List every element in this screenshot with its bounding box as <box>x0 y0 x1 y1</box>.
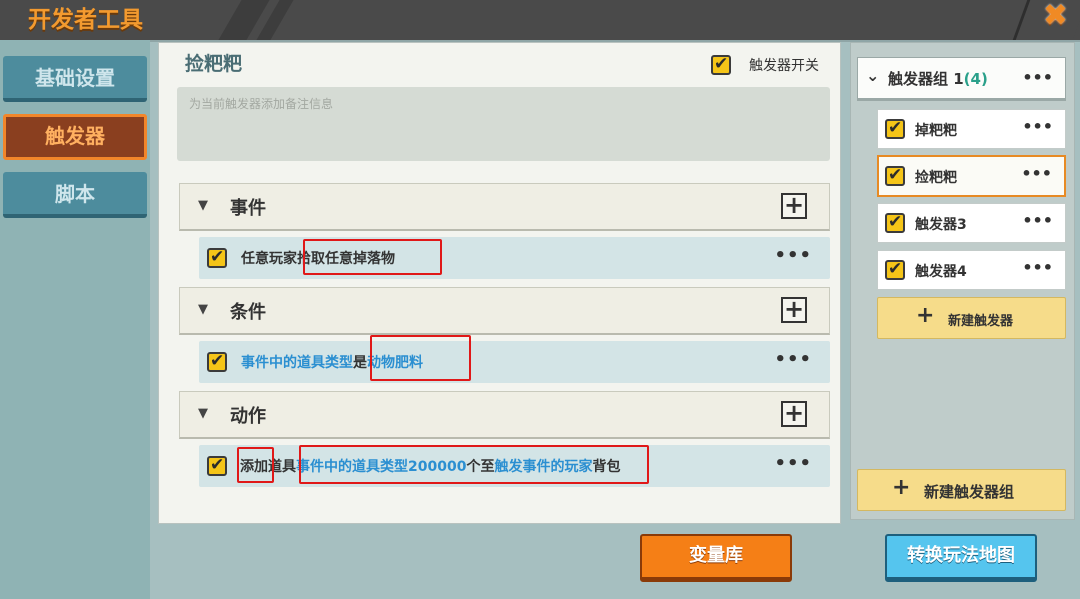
trigger-checkbox[interactable] <box>885 212 905 233</box>
triangle-down-icon[interactable]: ▼ <box>198 198 208 213</box>
new-trigger-label: 新建触发器 <box>948 314 1014 329</box>
triangle-down-icon[interactable]: ▼ <box>198 406 208 421</box>
trigger-list-panel: ⌄ 触发器组 1(4) ••• 掉粑粑 ••• 捡粑粑 ••• 触发器3 •••… <box>850 42 1075 520</box>
note-placeholder: 为当前触发器添加备注信息 <box>189 97 334 111</box>
trigger-list-item-label: 捡粑粑 <box>915 170 957 186</box>
add-condition-button[interactable]: + <box>781 297 807 323</box>
close-icon[interactable]: ✖ <box>1043 0 1068 32</box>
more-dots-icon[interactable]: ••• <box>1021 164 1052 183</box>
trigger-list-item-selected[interactable]: 捡粑粑 ••• <box>877 155 1066 197</box>
condition-subject[interactable]: 事件中的道具类型 <box>241 355 353 371</box>
title-bar: 开发者工具 ✖ <box>0 0 1080 40</box>
nav-item-triggers[interactable]: 触发器 <box>3 114 147 160</box>
annotation-box <box>237 447 274 483</box>
left-nav: 基础设置 触发器 脚本 <box>0 40 150 599</box>
condition-operator[interactable]: 是 <box>353 355 367 371</box>
more-dots-icon[interactable]: ••• <box>1022 211 1053 230</box>
annotation-box <box>299 445 649 484</box>
add-action-button[interactable]: + <box>781 401 807 427</box>
trigger-list-item-label: 触发器4 <box>915 264 967 280</box>
window-title: 开发者工具 <box>28 7 143 33</box>
trigger-list-item[interactable]: 触发器3 ••• <box>877 203 1066 243</box>
trigger-group-name: 触发器组 1 <box>888 70 964 88</box>
convert-map-button[interactable]: 转换玩法地图 <box>885 534 1037 582</box>
annotation-box <box>303 239 442 275</box>
trigger-list-item[interactable]: 触发器4 ••• <box>877 250 1066 290</box>
more-dots-icon[interactable]: ••• <box>774 453 812 474</box>
annotation-box <box>370 335 471 381</box>
event-section-header[interactable]: ▼ 事件 + <box>179 183 830 231</box>
condition-row[interactable]: 事件中的道具类型是动物肥料 ••• <box>199 341 830 383</box>
more-dots-icon[interactable]: ••• <box>1022 117 1053 136</box>
trigger-group-count: (4) <box>963 70 988 88</box>
nav-item-scripts[interactable]: 脚本 <box>3 172 147 218</box>
action-section-label: 动作 <box>230 406 266 427</box>
trigger-list-item-label: 掉粑粑 <box>915 123 957 139</box>
nav-item-basic-settings[interactable]: 基础设置 <box>3 56 147 102</box>
chevron-down-icon[interactable]: ⌄ <box>866 66 879 85</box>
condition-section-header[interactable]: ▼ 条件 + <box>179 287 830 335</box>
trigger-editor-panel: 捡粑粑 触发器开关 为当前触发器添加备注信息 ▼ 事件 + 任意玩家拾取任意掉落… <box>158 42 841 524</box>
event-subject[interactable]: 任意玩家 <box>241 251 297 267</box>
trigger-switch-checkbox[interactable] <box>711 54 731 75</box>
trigger-checkbox[interactable] <box>885 118 905 139</box>
action-row-checkbox[interactable] <box>207 455 227 476</box>
trigger-checkbox[interactable] <box>885 259 905 280</box>
event-row-checkbox[interactable] <box>207 247 227 268</box>
trigger-checkbox[interactable] <box>885 165 905 186</box>
plus-icon: + <box>892 475 911 500</box>
note-input[interactable]: 为当前触发器添加备注信息 <box>177 87 830 161</box>
trigger-group-header[interactable]: ⌄ 触发器组 1(4) ••• <box>857 57 1066 101</box>
event-section-label: 事件 <box>230 198 266 219</box>
trigger-name[interactable]: 捡粑粑 <box>185 49 242 76</box>
new-trigger-group-button[interactable]: + 新建触发器组 <box>857 469 1066 511</box>
new-trigger-group-label: 新建触发器组 <box>924 483 1015 501</box>
more-dots-icon[interactable]: ••• <box>1022 258 1053 277</box>
triangle-down-icon[interactable]: ▼ <box>198 302 208 317</box>
trigger-group-label: 触发器组 1(4) <box>888 68 988 89</box>
more-dots-icon[interactable]: ••• <box>774 349 812 370</box>
add-event-button[interactable]: + <box>781 193 807 219</box>
trigger-switch-label: 触发器开关 <box>749 58 819 74</box>
trigger-list-item-label: 触发器3 <box>915 217 967 233</box>
action-section-header[interactable]: ▼ 动作 + <box>179 391 830 439</box>
event-row[interactable]: 任意玩家拾取任意掉落物 ••• <box>199 237 830 279</box>
condition-section-label: 条件 <box>230 302 266 323</box>
more-dots-icon[interactable]: ••• <box>1022 68 1053 87</box>
trigger-list-item[interactable]: 掉粑粑 ••• <box>877 109 1066 149</box>
condition-row-checkbox[interactable] <box>207 351 227 372</box>
more-dots-icon[interactable]: ••• <box>774 245 812 266</box>
variable-library-button[interactable]: 变量库 <box>640 534 792 582</box>
plus-icon: + <box>916 303 935 328</box>
new-trigger-button[interactable]: + 新建触发器 <box>877 297 1066 339</box>
